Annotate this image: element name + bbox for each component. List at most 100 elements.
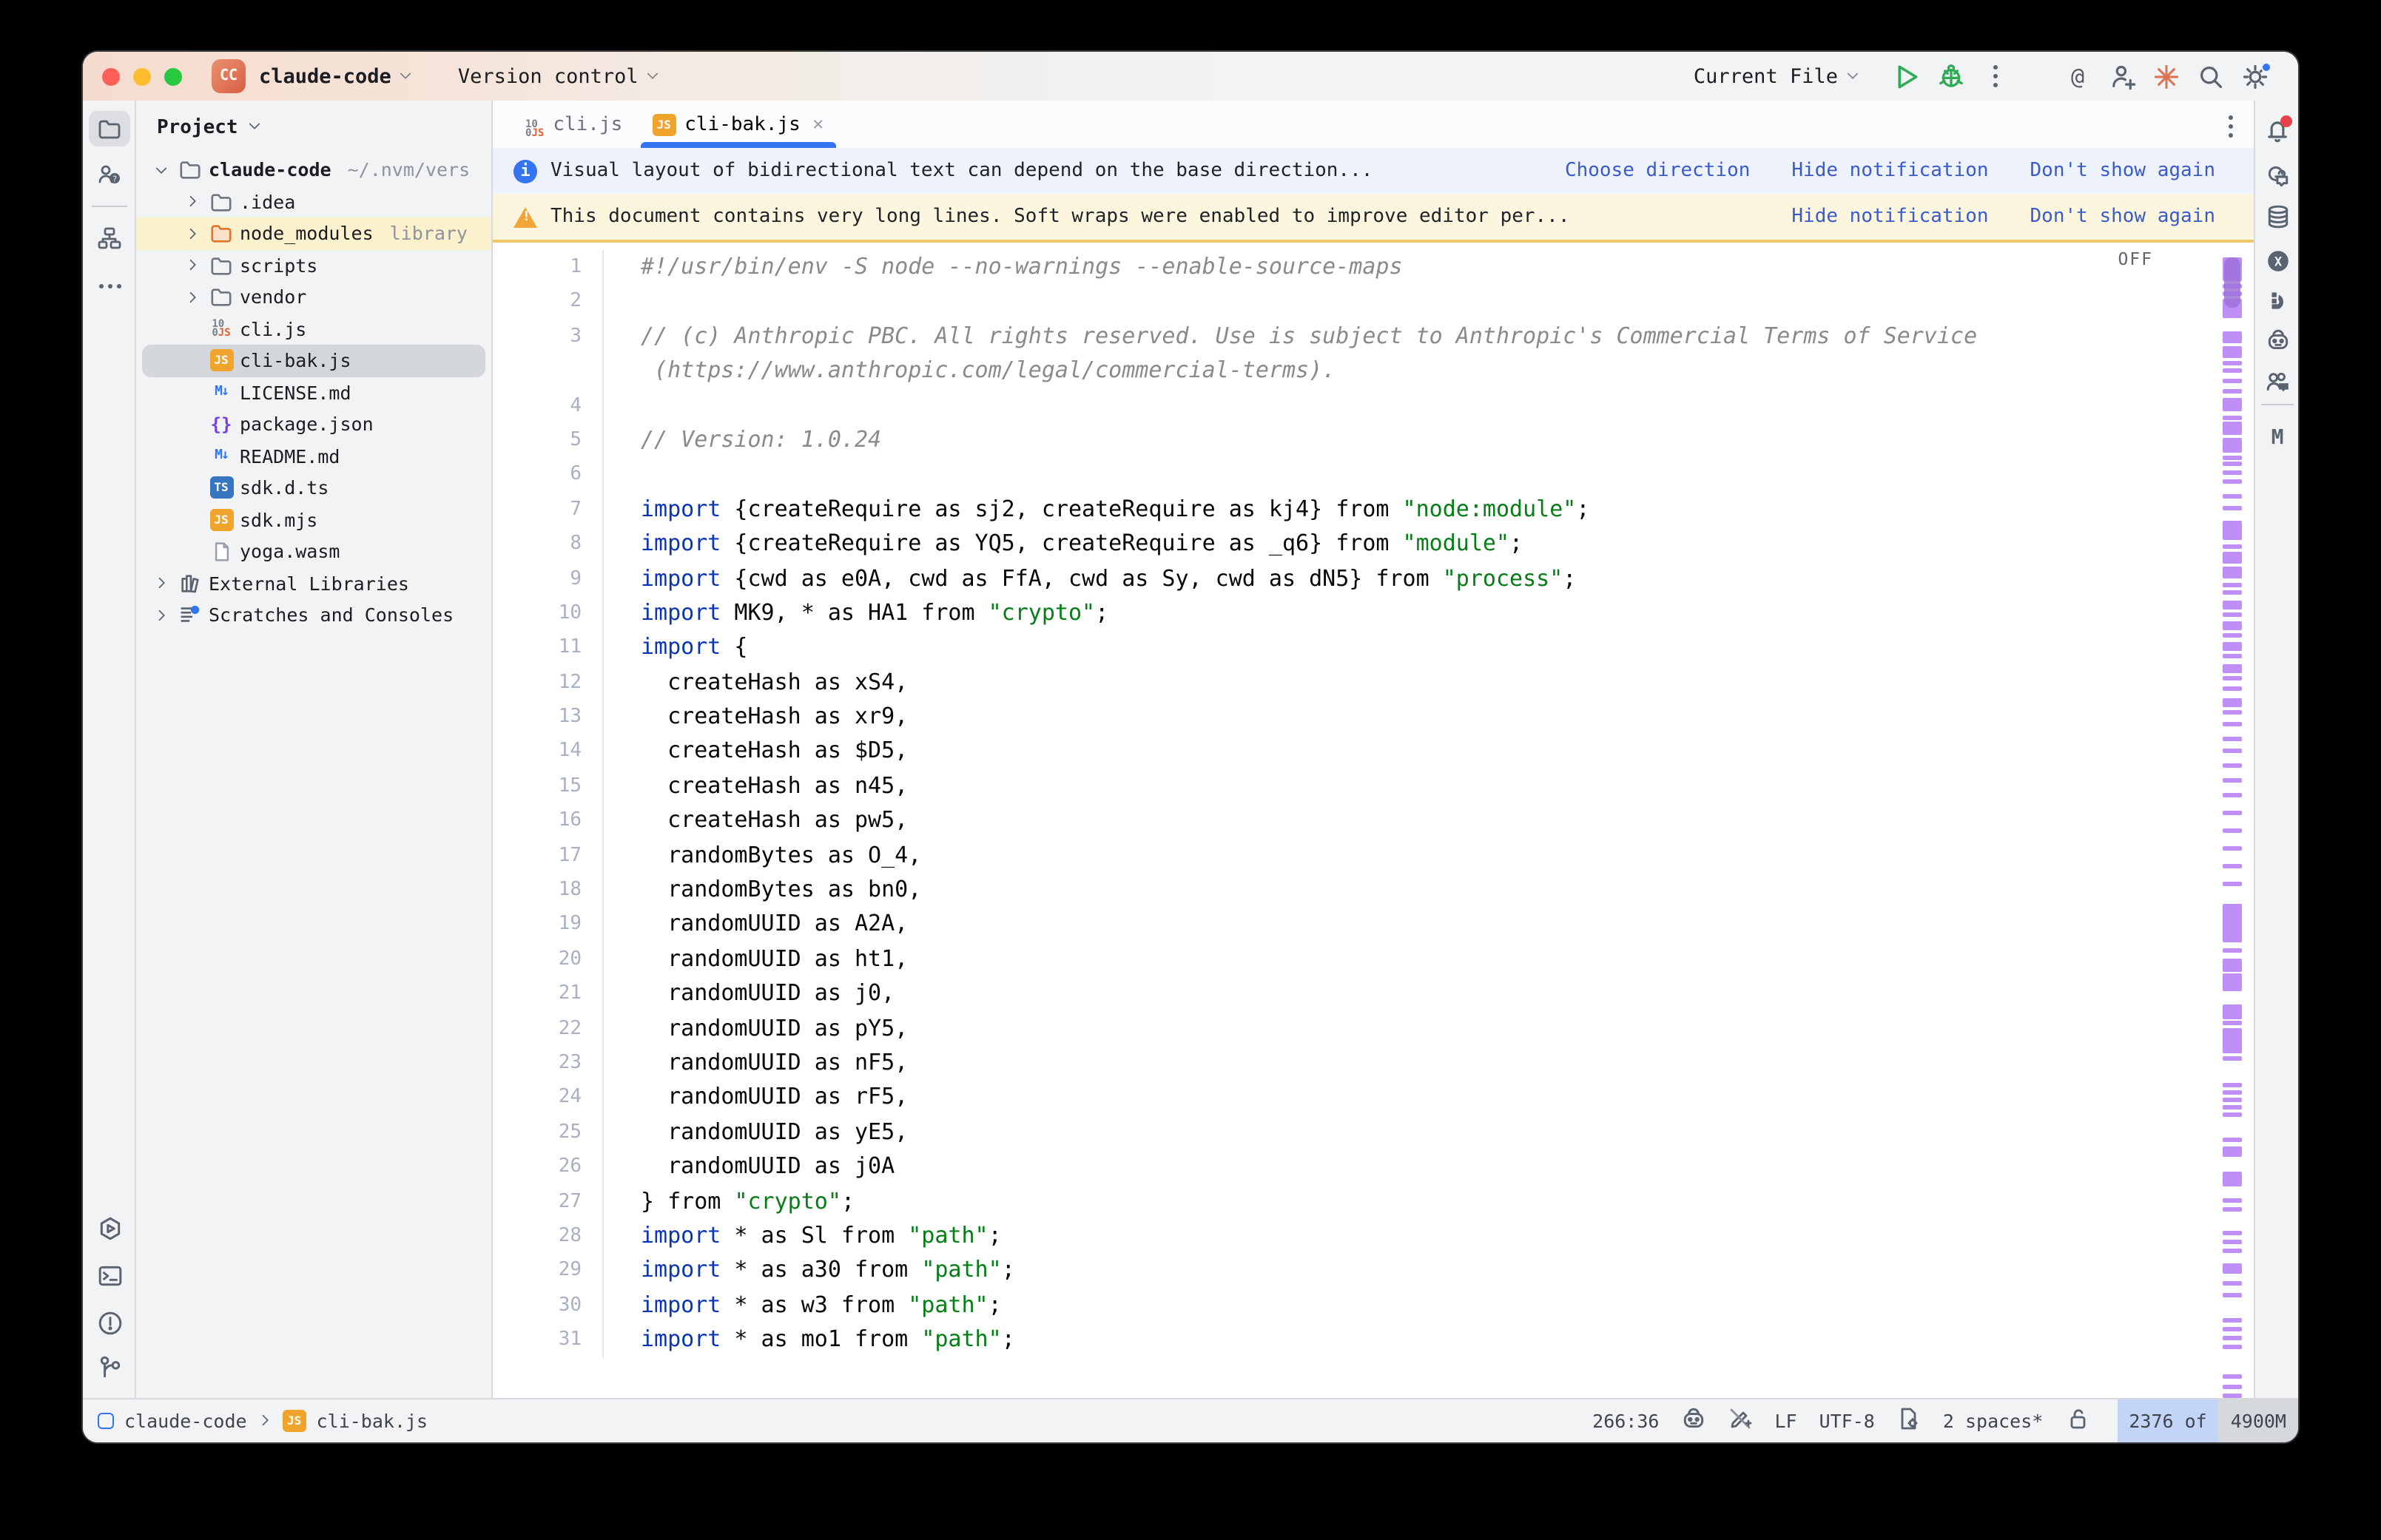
code-line[interactable]: 28import * as Sl from "path"; (493, 1219, 2254, 1254)
editor-tab-cli-js[interactable]: 100JScli.js (511, 101, 637, 148)
code-line[interactable]: 19 randomUUID as A2A, (493, 908, 2254, 942)
tab-options-icon[interactable] (2229, 115, 2233, 138)
code-line[interactable]: 11import { (493, 631, 2254, 666)
code-line[interactable]: 31import * as mo1 from "path"; (493, 1323, 2254, 1357)
code-line[interactable]: 10import MK9, * as HA1 from "crypto"; (493, 596, 2254, 631)
close-tab-icon[interactable]: × (812, 113, 824, 135)
code-line[interactable]: 27} from "crypto"; (493, 1184, 2254, 1219)
code-line[interactable]: 2 (493, 285, 2254, 320)
line-separator[interactable]: LF (1774, 1410, 1796, 1432)
code-line[interactable]: 16 createHash as pw5, (493, 804, 2254, 839)
problems-icon[interactable] (89, 1305, 130, 1340)
banner-link-don-t-show-again[interactable]: Don't show again (2030, 206, 2215, 228)
code-line[interactable]: 29import * as a30 from "path"; (493, 1254, 2254, 1289)
code-editor[interactable]: OFF 1#!/usr/bin/env -S node --no-warning… (493, 243, 2254, 1398)
tree-item-sdk-mjs[interactable]: JSsdk.mjs (136, 504, 491, 536)
code-line[interactable]: 22 randomUUID as pY5, (493, 1011, 2254, 1046)
more-toolwindows-icon[interactable] (89, 268, 130, 303)
ai-assistant-icon[interactable] (2260, 157, 2295, 192)
caret-position[interactable]: 266:36 (1592, 1410, 1659, 1432)
code-line[interactable]: 18 randomBytes as bn0, (493, 873, 2254, 908)
d-plugin-icon[interactable] (2260, 283, 2295, 318)
banner-link-hide-notification[interactable]: Hide notification (1791, 160, 1988, 182)
code-line[interactable]: 3// (c) Anthropic PBC. All rights reserv… (493, 320, 2254, 354)
breadcrumb-project[interactable]: claude-code (124, 1410, 247, 1432)
minimize-window-icon[interactable] (133, 67, 151, 85)
settings-gear-icon[interactable] (2233, 57, 2277, 95)
writable-lock-icon[interactable] (2065, 1407, 2089, 1435)
chevron-right-icon[interactable] (182, 226, 203, 241)
code-line[interactable]: 24 randomUUID as rF5, (493, 1081, 2254, 1115)
code-line[interactable]: 23 randomUUID as nF5, (493, 1046, 2254, 1081)
code-line[interactable]: 15 createHash as n45, (493, 769, 2254, 804)
people-chat-icon[interactable] (2260, 364, 2295, 399)
banner-link-hide-notification[interactable]: Hide notification (1791, 206, 1988, 228)
banner-link-choose-direction[interactable]: Choose direction (1565, 160, 1750, 182)
run-configuration-selector[interactable]: Current File (1694, 64, 1860, 88)
code-line[interactable]: 9import {cwd as e0A, cwd as FfA, cwd as … (493, 561, 2254, 596)
x-plugin-icon[interactable]: X (2260, 243, 2295, 278)
claude-starburst-icon[interactable] (2144, 57, 2189, 95)
tree-item-package-json[interactable]: {}package.json (136, 408, 491, 440)
add-user-icon[interactable] (2100, 57, 2144, 95)
robot-plugin-icon[interactable] (2260, 322, 2295, 358)
breadcrumb-file[interactable]: cli-bak.js (317, 1410, 428, 1432)
indent-setting[interactable]: 2 spaces* (1943, 1410, 2043, 1432)
tree-item-external-libraries[interactable]: External Libraries (136, 567, 491, 599)
code-line[interactable]: 25 randomUUID as yE5, (493, 1115, 2254, 1150)
tree-item-vendor[interactable]: vendor (136, 281, 491, 313)
terminal-icon[interactable] (89, 1257, 130, 1293)
version-control-menu-button[interactable]: Version control (458, 64, 661, 88)
tree-item-readme-md[interactable]: M↓README.md (136, 440, 491, 472)
search-everywhere-icon[interactable] (2189, 57, 2233, 95)
tree-item-yoga-wasm[interactable]: yoga.wasm (136, 536, 491, 567)
zoom-window-icon[interactable] (164, 67, 182, 85)
code-line[interactable]: 4 (493, 388, 2254, 423)
file-settings-icon[interactable] (1897, 1407, 1921, 1435)
file-encoding[interactable]: UTF-8 (1819, 1410, 1875, 1432)
tree-item--idea[interactable]: .idea (136, 186, 491, 217)
database-icon[interactable] (2260, 198, 2295, 234)
close-window-icon[interactable] (102, 67, 120, 85)
chevron-right-icon[interactable] (182, 258, 203, 273)
editor-scrollbar[interactable] (2223, 243, 2242, 1398)
code-line[interactable]: 26 randomUUID as j0A (493, 1149, 2254, 1184)
inspections-disabled-icon[interactable] (1728, 1407, 1752, 1435)
services-icon[interactable] (89, 1210, 130, 1246)
tree-item-scratches-and-consoles[interactable]: Scratches and Consoles (136, 599, 491, 631)
debug-icon[interactable] (1928, 57, 1973, 95)
project-menu-button[interactable]: claude-code (259, 64, 414, 88)
scrollbar-thumb[interactable] (2224, 257, 2240, 308)
code-line[interactable]: 17 randomBytes as O_4, (493, 838, 2254, 873)
code-line[interactable]: 5// Version: 1.0.24 (493, 423, 2254, 458)
code-line[interactable]: (https://www.anthropic.com/legal/commerc… (493, 354, 2254, 388)
code-line[interactable]: 12 createHash as xS4, (493, 665, 2254, 700)
chevron-right-icon[interactable] (182, 290, 203, 305)
editor-tab-cli-bak-js[interactable]: JScli-bak.js× (637, 101, 838, 148)
chevron-right-icon[interactable] (182, 195, 203, 209)
tree-item-sdk-d-ts[interactable]: TSsdk.d.ts (136, 472, 491, 504)
tree-item-cli-bak-js[interactable]: JScli-bak.js (136, 345, 491, 376)
structure-icon[interactable] (89, 220, 130, 256)
tree-item-node-modules[interactable]: node_moduleslibrary (136, 217, 491, 249)
m-plugin-icon[interactable]: M (2260, 420, 2295, 456)
chevron-right-icon[interactable] (151, 608, 172, 623)
tree-item-license-md[interactable]: M↓LICENSE.md (136, 376, 491, 408)
git-branch-icon[interactable] (89, 1349, 130, 1385)
project-panel-header[interactable]: Project (136, 101, 491, 154)
ai-attach-icon[interactable]: @ (2055, 57, 2100, 95)
project-folder-icon[interactable] (89, 111, 130, 146)
copilot-status-icon[interactable] (1681, 1406, 1706, 1436)
tree-item-scripts[interactable]: scripts (136, 249, 491, 281)
code-line[interactable]: 20 randomUUID as ht1, (493, 942, 2254, 977)
banner-link-don-t-show-again[interactable]: Don't show again (2030, 160, 2215, 182)
code-line[interactable]: 7import {createRequire as sj2, createReq… (493, 492, 2254, 527)
code-line[interactable]: 21 randomUUID as j0, (493, 976, 2254, 1011)
people-help-icon[interactable]: ? (89, 157, 130, 192)
tree-item-claude-code[interactable]: claude-code~/.nvm/vers (136, 154, 491, 186)
run-icon[interactable] (1884, 57, 1928, 95)
code-line[interactable]: 13 createHash as xr9, (493, 700, 2254, 734)
code-line[interactable]: 8import {createRequire as YQ5, createReq… (493, 527, 2254, 561)
memory-indicator[interactable]: 2376 of4900M (2117, 1399, 2298, 1442)
more-actions-icon[interactable] (1973, 57, 2017, 95)
